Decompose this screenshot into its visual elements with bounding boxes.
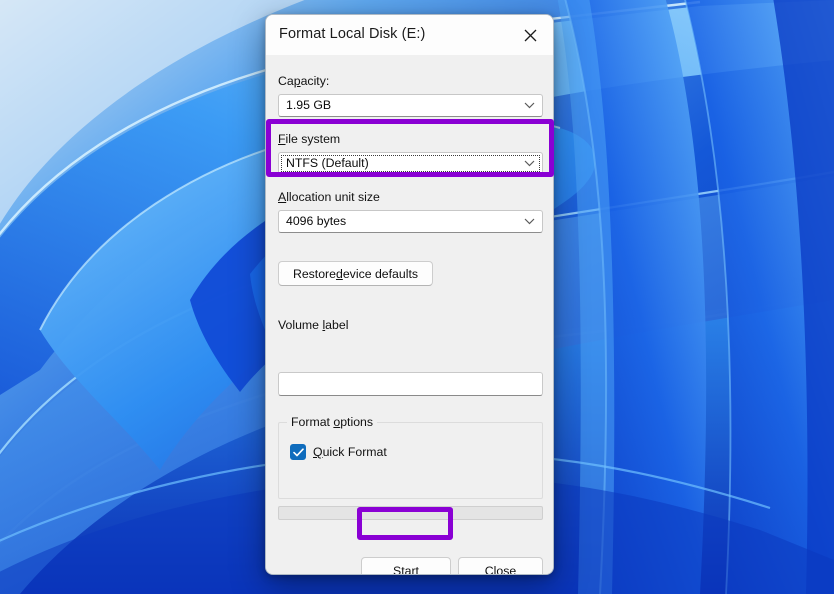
desktop: Format Local Disk (E:) Capacity: 1.95 GB… <box>0 0 834 594</box>
dialog-title: Format Local Disk (E:) <box>279 26 426 42</box>
format-dialog: Format Local Disk (E:) Capacity: 1.95 GB… <box>265 14 554 575</box>
format-options-group: Format options Quick Format <box>278 415 543 499</box>
quick-format-label: Quick Format <box>313 445 387 459</box>
dialog-titlebar[interactable]: Format Local Disk (E:) <box>266 15 553 56</box>
capacity-combobox[interactable]: 1.95 GB <box>278 94 543 117</box>
file-system-label: File system <box>278 132 341 146</box>
volume-label-label: Volume label <box>278 318 349 332</box>
capacity-label: Capacity: <box>278 74 330 88</box>
volume-label-input[interactable] <box>278 372 543 396</box>
chevron-down-icon <box>524 102 535 109</box>
restore-device-defaults-button[interactable]: Restore d evice defaults <box>278 261 433 286</box>
allocation-unit-size-combobox[interactable]: 4096 bytes <box>278 210 543 233</box>
allocation-unit-size-label: Allocation unit size <box>278 190 380 204</box>
quick-format-row[interactable]: Quick Format <box>290 444 387 460</box>
file-system-combobox[interactable]: NTFS (Default) <box>278 152 543 175</box>
close-icon[interactable] <box>508 15 553 55</box>
format-progress-bar <box>278 506 543 520</box>
dialog-body: Capacity: 1.95 GB File system NTFS (Defa… <box>266 56 553 574</box>
capacity-value: 1.95 GB <box>286 98 332 112</box>
chevron-down-icon <box>524 218 535 225</box>
quick-format-checkbox[interactable] <box>290 444 306 460</box>
close-dialog-button[interactable]: Close <box>458 557 543 574</box>
file-system-value: NTFS (Default) <box>286 156 369 170</box>
start-button[interactable]: Start <box>361 557 451 574</box>
format-options-legend: Format options <box>287 415 378 429</box>
chevron-down-icon <box>524 160 535 167</box>
checkmark-icon <box>292 447 304 456</box>
allocation-unit-size-value: 4096 bytes <box>286 214 347 228</box>
